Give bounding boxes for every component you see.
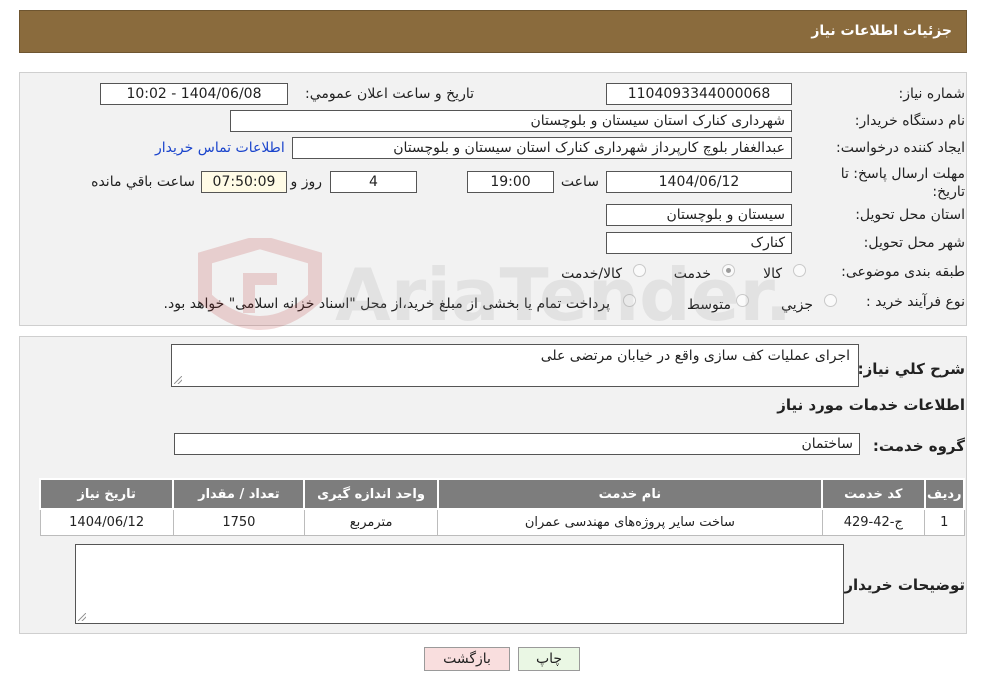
category-radio-goods-service[interactable] [633, 264, 646, 277]
buyer-org-field: شهرداری کنارک استان سیستان و بلوچستان [230, 110, 792, 132]
need-number-label: شماره نياز: [898, 86, 966, 102]
purchase-radio-minor[interactable] [824, 294, 837, 307]
cell-quantity: 1750 [172, 508, 305, 536]
cell-need-date: 1404/06/12 [39, 508, 174, 536]
resize-grip-icon[interactable] [78, 613, 86, 621]
services-table-wrap: رديف کد خدمت نام خدمت واحد اندازه گيری ت… [38, 478, 966, 536]
summary-text: اجرای عملیات کف سازی واقع در خیابان مرتض… [540, 348, 850, 364]
remaining-time-field: 07:50:09 [201, 171, 287, 193]
col-header-need-date: تاريخ نياز [38, 478, 175, 510]
requester-label: ايجاد کننده درخواست: [836, 140, 965, 156]
cell-service-code: ج-42-429 [821, 508, 926, 536]
announce-field: 1404/06/08 - 10:02 [100, 83, 288, 105]
col-header-row-number: رديف [923, 478, 966, 510]
table-header-row: رديف کد خدمت نام خدمت واحد اندازه گيری ت… [38, 478, 966, 510]
purchase-option-minor: جزيي [781, 297, 813, 313]
purchase-type-label: نوع فرآيند خريد : [866, 294, 965, 310]
deadline-label-line1: مهلت ارسال پاسخ: تا [840, 166, 965, 182]
remaining-time-label: ساعت باقي مانده [91, 174, 195, 190]
col-header-service-code: کد خدمت [821, 478, 926, 510]
col-header-quantity: تعداد / مقدار [172, 478, 306, 510]
back-button[interactable]: بازگشت [424, 647, 510, 671]
city-field: کنارک [606, 232, 792, 254]
cell-service-name: ساخت سایر پروژه‌های مهندسی عمران [437, 508, 823, 536]
page-title: جزئيات اطلاعات نياز [811, 23, 952, 39]
province-label: استان محل تحويل: [855, 207, 965, 223]
deadline-time-field: 19:00 [467, 171, 554, 193]
treasury-payment-note: پرداخت تمام يا بخشی از مبلغ خريد،از محل … [163, 296, 610, 312]
col-header-unit: واحد اندازه گيری [303, 478, 439, 510]
announce-label: تاريخ و ساعت اعلان عمومي: [305, 86, 474, 102]
buyer-org-label: نام دستگاه خريدار: [854, 113, 965, 129]
service-group-field: ساختمان [174, 433, 860, 455]
need-number-field: 1104093344000068 [606, 83, 792, 105]
print-button[interactable]: چاپ [518, 647, 580, 671]
summary-label: شرح کلي نياز: [857, 360, 965, 378]
remaining-days-label: روز و [290, 174, 323, 190]
page-header: جزئيات اطلاعات نياز [19, 10, 967, 53]
category-option-goods-service: کالا/خدمت [561, 266, 622, 282]
purchase-radio-treasury[interactable] [623, 294, 636, 307]
buyer-notes-label: توضيحات خريدار: [838, 576, 965, 594]
province-field: سیستان و بلوچستان [606, 204, 792, 226]
cell-row-number: 1 [924, 508, 965, 536]
category-label: طبقه بندی موضوعی: [841, 264, 965, 280]
remaining-days-field: 4 [330, 171, 417, 193]
deadline-time-label: ساعت [560, 174, 599, 190]
deadline-label-line2: تاريخ: [932, 184, 965, 200]
purchase-option-medium: متوسط [687, 297, 731, 313]
col-header-service-name: نام خدمت [436, 478, 824, 510]
requester-field: عبدالغفار بلوچ کارپرداز شهرداری کنارک اس… [292, 137, 792, 159]
deadline-date-field: 1404/06/12 [606, 171, 792, 193]
category-option-service: خدمت [673, 266, 711, 282]
cell-unit: مترمربع [303, 508, 439, 536]
resize-grip-icon[interactable] [174, 376, 182, 384]
buyer-contact-link[interactable]: اطلاعات تماس خريدار [155, 140, 285, 156]
table-row: 1 ج-42-429 ساخت سایر پروژه‌های مهندسی عم… [39, 508, 965, 536]
city-label: شهر محل تحويل: [863, 235, 965, 251]
summary-textarea[interactable]: اجرای عملیات کف سازی واقع در خیابان مرتض… [171, 344, 859, 387]
category-radio-goods[interactable] [793, 264, 806, 277]
category-option-goods: کالا [763, 266, 782, 282]
services-heading: اطلاعات خدمات مورد نياز [777, 396, 965, 414]
buyer-notes-textarea[interactable] [75, 544, 844, 624]
category-radio-service[interactable] [722, 264, 735, 277]
purchase-radio-medium[interactable] [736, 294, 749, 307]
services-table: رديف کد خدمت نام خدمت واحد اندازه گيری ت… [38, 478, 966, 536]
service-group-label: گروه خدمت: [872, 437, 965, 455]
